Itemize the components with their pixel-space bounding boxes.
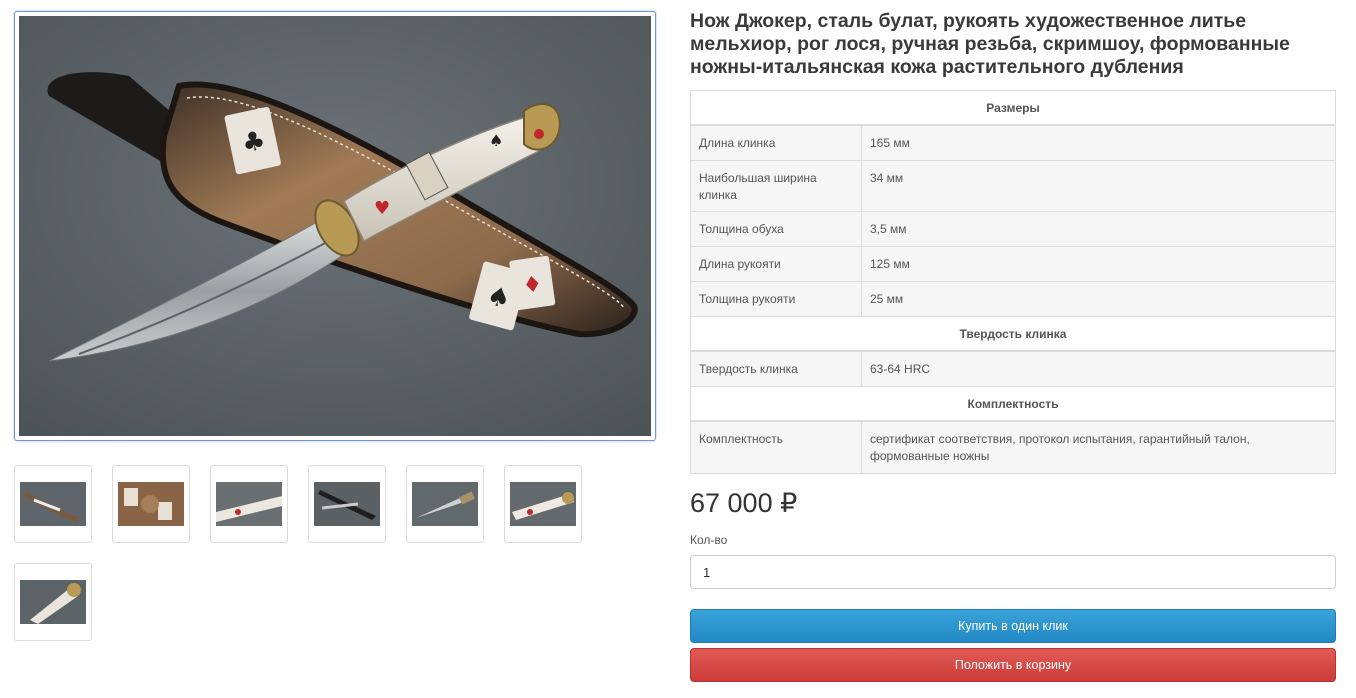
svg-text:♠: ♠: [489, 131, 503, 150]
spec-value: сертификат соответствия, протокол испыта…: [861, 420, 1336, 474]
specs-table: Размеры Длина клинка 165 мм Наибольшая ш…: [690, 90, 1336, 474]
section-hardness-heading: Твердость клинка: [690, 316, 1336, 352]
table-row: Толщина рукояти 25 мм: [690, 281, 1336, 317]
table-section-header: Размеры: [690, 90, 1336, 126]
knife-in-sheath-thumbnail-image: [20, 482, 86, 526]
table-section-header: Твердость клинка: [690, 316, 1336, 352]
svg-text:♥: ♥: [374, 198, 390, 219]
spec-value: 25 мм: [861, 281, 1336, 317]
table-row: Наибольшая ширина клинка 34 мм: [690, 160, 1336, 212]
spec-value: 125 мм: [861, 246, 1336, 282]
handle-detail-thumbnail-image: [510, 482, 576, 526]
spec-value: 3,5 мм: [861, 211, 1336, 247]
knife-and-sheath-dark-thumbnail-image: [314, 482, 380, 526]
table-row: Толщина обуха 3,5 мм: [690, 211, 1336, 247]
table-row: Комплектность сертификат соответствия, п…: [690, 420, 1336, 474]
thumbnail-1[interactable]: [14, 465, 92, 543]
quantity-input[interactable]: [690, 555, 1336, 589]
buy-one-click-button[interactable]: Купить в один клик: [690, 609, 1336, 643]
add-to-cart-button[interactable]: Положить в корзину: [690, 648, 1336, 682]
thumbnail-2[interactable]: [112, 465, 190, 543]
knife-photo-image: ♣ ♠ ♦ ♥ ♠: [19, 16, 651, 436]
sheath-closeup-thumbnail-image: [118, 482, 184, 526]
section-sizes-heading: Размеры: [690, 90, 1336, 126]
thumbnail-7[interactable]: [14, 563, 92, 641]
spec-label: Длина клинка: [690, 124, 862, 161]
spec-label: Твердость клинка: [690, 350, 862, 387]
spec-label: Толщина обуха: [690, 211, 862, 247]
svg-text:♦: ♦: [521, 272, 544, 300]
spec-value: 165 мм: [861, 124, 1336, 161]
spec-label: Комплектность: [690, 420, 862, 474]
table-row: Длина рукояти 125 мм: [690, 246, 1336, 282]
spec-label: Длина рукояти: [690, 246, 862, 282]
spec-label: Наибольшая ширина клинка: [690, 160, 862, 212]
spec-value: 34 мм: [861, 160, 1336, 212]
table-row: Твердость клинка 63-64 HRC: [690, 350, 1336, 387]
handle-closeup-thumbnail-image: [216, 482, 282, 526]
thumbnail-6[interactable]: [504, 465, 582, 543]
product-price: 67 000 ₽: [690, 488, 798, 518]
spec-label: Толщина рукояти: [690, 281, 862, 317]
thumbnail-5[interactable]: [406, 465, 484, 543]
quantity-label: Кол-во: [690, 533, 728, 547]
table-row: Длина клинка 165 мм: [690, 124, 1336, 161]
section-kit-heading: Комплектность: [690, 386, 1336, 422]
blade-closeup-thumbnail-image: [412, 482, 478, 526]
pommel-closeup-thumbnail-image: [20, 580, 86, 624]
table-section-header: Комплектность: [690, 386, 1336, 422]
thumbnail-4[interactable]: [308, 465, 386, 543]
spec-value: 63-64 HRC: [861, 350, 1336, 387]
thumbnail-3[interactable]: [210, 465, 288, 543]
product-title: Нож Джокер, сталь булат, рукоять художес…: [690, 10, 1290, 78]
main-product-photo[interactable]: ♣ ♠ ♦ ♥ ♠: [14, 11, 656, 441]
